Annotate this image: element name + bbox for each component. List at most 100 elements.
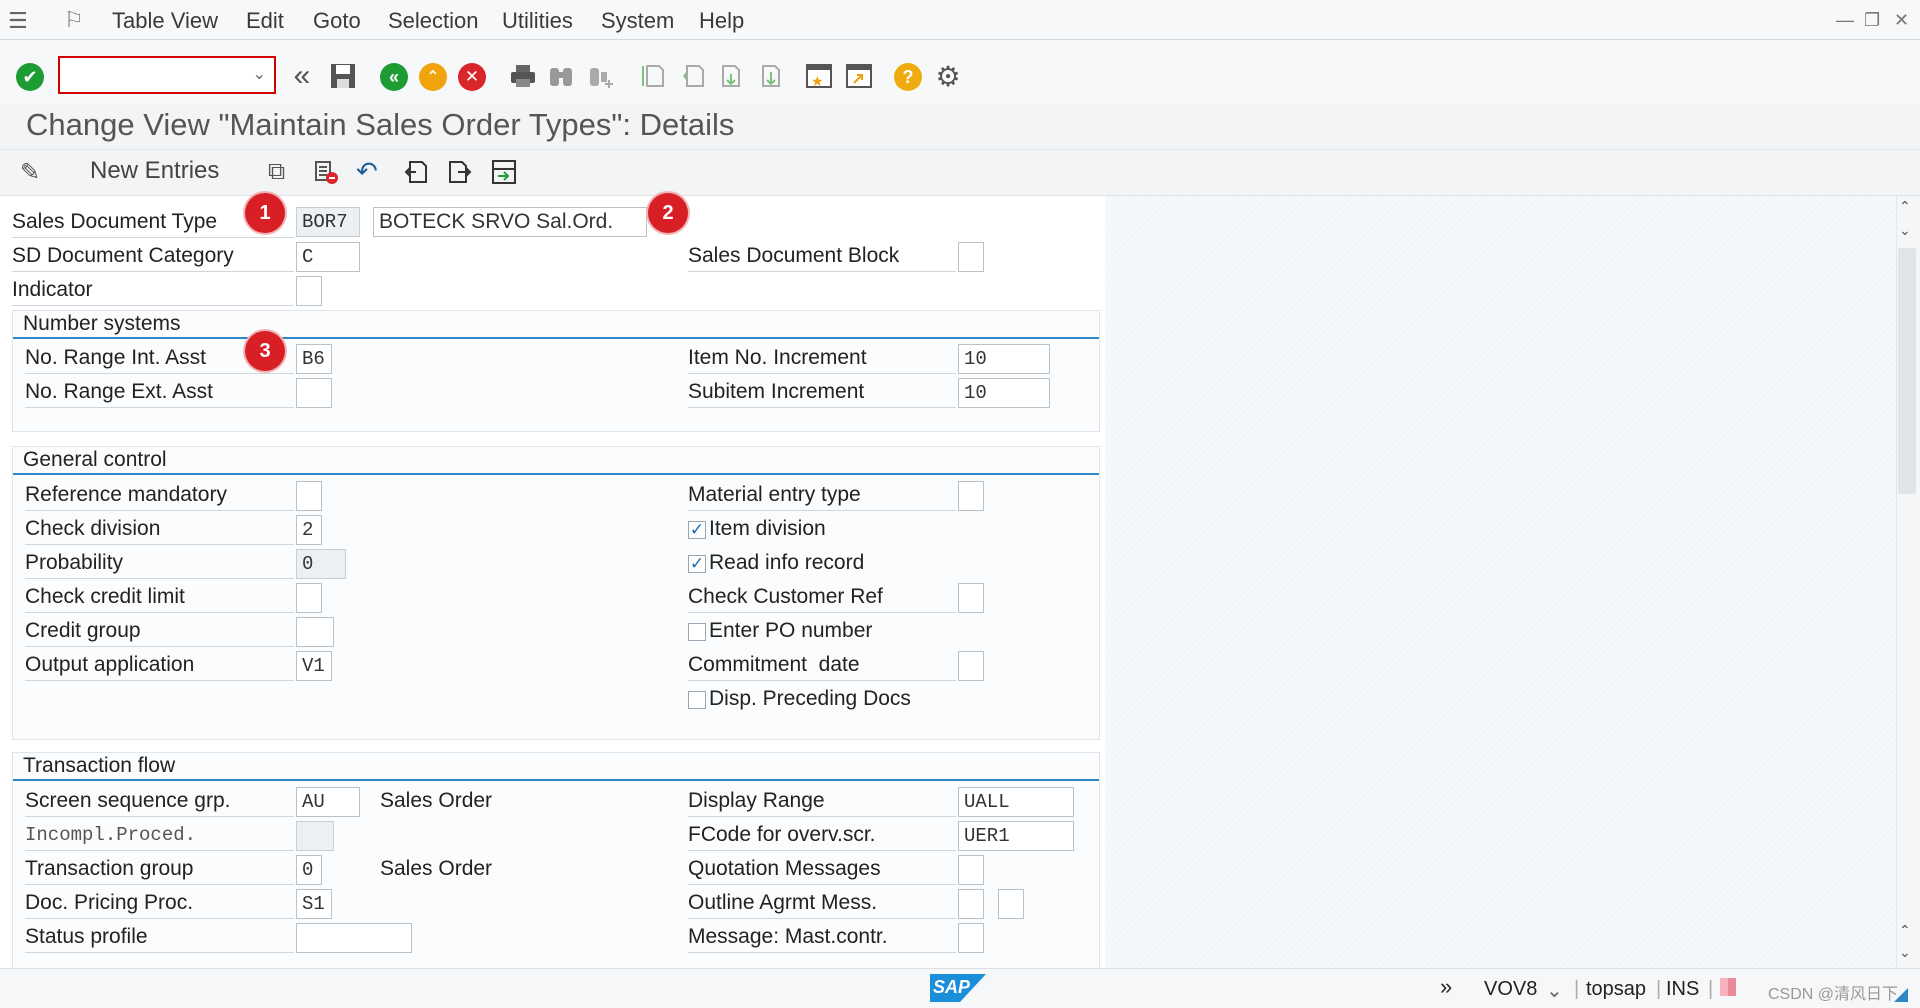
output-application-field[interactable]: V1 [296, 651, 332, 681]
material-entry-type-field[interactable] [958, 481, 984, 511]
application-toolbar [0, 150, 1920, 196]
create-session-icon[interactable]: ★ [804, 61, 834, 91]
print-icon[interactable] [508, 61, 538, 91]
previous-page-icon[interactable] [678, 61, 708, 91]
credit-group-field[interactable] [296, 617, 334, 647]
status-indicator-icon [1720, 978, 1736, 996]
check-customer-ref-field[interactable] [958, 583, 984, 613]
page-title: Change View "Maintain Sales Order Types"… [26, 107, 735, 142]
disp-preceding-docs-label: Disp. Preceding Docs [709, 687, 911, 710]
check-credit-limit-field[interactable] [296, 583, 322, 613]
display-range-label: Display Range [688, 788, 956, 817]
display-range-field[interactable]: UALL [958, 787, 1074, 817]
subitem-increment-field[interactable]: 10 [958, 378, 1050, 408]
item-division-checkbox[interactable]: ✓ [688, 521, 706, 539]
next-entry-icon[interactable] [446, 158, 474, 193]
sap-menu-icon[interactable]: ⚐ [64, 7, 84, 33]
commitment-date-label: Commitment date [688, 652, 956, 681]
display-change-icon[interactable]: ✎ [20, 158, 40, 187]
item-no-increment-field[interactable]: 10 [958, 344, 1050, 374]
first-page-icon[interactable] [638, 61, 668, 91]
back-arrows-icon[interactable]: « [286, 59, 318, 92]
probability-field[interactable]: 0 [296, 549, 346, 579]
customize-layout-icon[interactable]: ⚙ [932, 60, 964, 92]
scroll-up-icon[interactable]: ⌃ [1899, 198, 1911, 215]
help-icon[interactable]: ? [894, 63, 922, 91]
quotation-messages-field[interactable] [958, 855, 984, 885]
outline-agrmt-extra-field[interactable] [998, 889, 1024, 919]
scroll-thumb[interactable] [1898, 248, 1916, 494]
fcode-overv-field[interactable]: UER1 [958, 821, 1074, 851]
back-icon[interactable]: « [380, 63, 408, 91]
scroll-down-icon[interactable]: ⌄ [1899, 222, 1911, 239]
reference-mandatory-field[interactable] [296, 481, 322, 511]
transaction-group-description: Sales Order [380, 857, 493, 880]
sd-doc-category-field[interactable]: C [296, 242, 360, 272]
menu-help[interactable]: Help [699, 8, 744, 34]
enter-icon[interactable]: ✔ [16, 63, 44, 91]
copy-as-icon[interactable]: ⧉ [268, 158, 285, 186]
annotation-badge-1: 1 [245, 193, 285, 233]
shortcut-icon[interactable] [844, 61, 874, 91]
command-field[interactable]: ⌄ [58, 56, 276, 94]
annotation-badge-2: 2 [648, 193, 688, 233]
no-range-int-field[interactable]: B6 [296, 344, 332, 374]
incompl-proced-field[interactable] [296, 821, 334, 851]
menu-system[interactable]: System [601, 8, 674, 34]
group-divider [13, 473, 1099, 475]
restore-icon[interactable]: ❐ [1864, 10, 1880, 31]
read-info-record-label: Read info record [709, 551, 865, 574]
cancel-icon[interactable]: ✕ [458, 63, 486, 91]
check-division-field[interactable]: 2 [296, 515, 322, 545]
enter-po-number-checkbox[interactable] [688, 623, 706, 641]
menu-goto[interactable]: Goto [313, 8, 361, 34]
close-window-icon[interactable]: ✕ [1894, 10, 1909, 31]
exit-icon[interactable]: ⌃ [419, 63, 447, 91]
material-entry-type-label: Material entry type [688, 482, 956, 511]
next-page-icon[interactable] [716, 61, 746, 91]
last-page-icon[interactable] [756, 61, 786, 91]
quotation-messages-label: Quotation Messages [688, 856, 956, 885]
outline-agrmt-field[interactable] [958, 889, 984, 919]
scroll-up-bottom-icon[interactable]: ⌃ [1899, 922, 1911, 939]
find-next-icon[interactable] [586, 61, 616, 91]
transaction-code: VOV8 [1484, 978, 1538, 1000]
delete-icon[interactable] [312, 158, 340, 193]
indicator-field[interactable] [296, 276, 322, 306]
disp-preceding-docs-checkbox[interactable] [688, 691, 706, 709]
status-expand-icon[interactable]: » [1440, 974, 1452, 1000]
sales-doc-block-label: Sales Document Block [688, 243, 956, 272]
transaction-group-field[interactable]: 0 [296, 855, 322, 885]
undo-icon[interactable]: ↶ [356, 156, 378, 187]
message-mast-field[interactable] [958, 923, 984, 953]
read-info-record-checkbox[interactable]: ✓ [688, 555, 706, 573]
doc-pricing-proc-field[interactable]: S1 [296, 889, 332, 919]
menu-icon[interactable]: ☰ [8, 8, 28, 34]
input-mode: INS [1666, 978, 1700, 1000]
sales-doc-block-field[interactable] [958, 242, 984, 272]
commitment-date-field[interactable] [958, 651, 984, 681]
minimize-icon[interactable]: — [1836, 10, 1854, 31]
previous-entry-icon[interactable] [402, 158, 430, 193]
menu-table-view[interactable]: Table View [112, 8, 218, 34]
status-profile-field[interactable] [296, 923, 412, 953]
chevron-down-icon[interactable]: ⌄ [1546, 978, 1563, 1003]
menu-bar: ☰ ⚐ Table View Edit Goto Selection Utili… [0, 0, 1920, 40]
menu-edit[interactable]: Edit [246, 8, 284, 34]
scroll-down-bottom-icon[interactable]: ⌄ [1899, 944, 1911, 961]
menu-selection[interactable]: Selection [388, 8, 479, 34]
sales-doc-type-field[interactable]: BOR7 [296, 207, 360, 237]
chevron-down-icon[interactable]: ⌄ [253, 64, 266, 84]
select-all-icon[interactable] [490, 158, 518, 193]
resize-grip-icon[interactable] [1894, 988, 1908, 1002]
new-entries-button[interactable]: New Entries [90, 157, 219, 185]
svg-text:★: ★ [811, 73, 824, 89]
no-range-ext-field[interactable] [296, 378, 332, 408]
server-name: topsap [1586, 978, 1647, 1000]
screen-seq-grp-field[interactable]: AU [296, 787, 360, 817]
sap-logo: SAP [930, 974, 986, 1002]
save-icon[interactable] [328, 61, 358, 91]
enter-po-number-label: Enter PO number [709, 619, 873, 642]
find-icon[interactable] [546, 61, 576, 91]
menu-utilities[interactable]: Utilities [502, 8, 573, 34]
